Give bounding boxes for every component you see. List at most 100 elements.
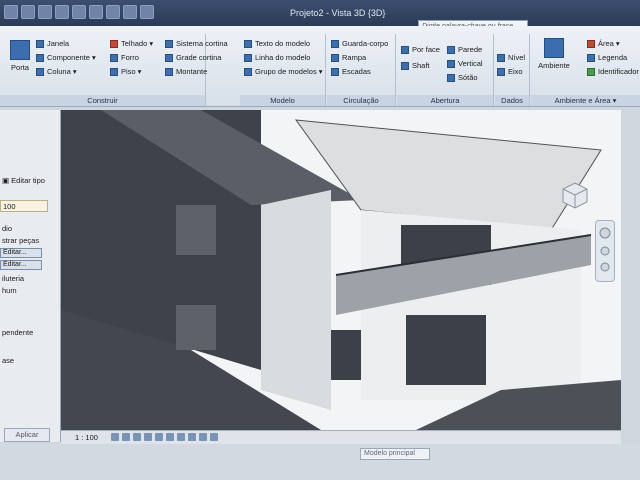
mullion-tool[interactable]: Montante <box>165 66 207 77</box>
edit-button[interactable]: Editar... <box>0 260 42 270</box>
shaft-tool[interactable]: Shaft <box>401 60 430 71</box>
title-bar: Projeto2 - Vista 3D {3D} <box>0 0 640 26</box>
window-tool[interactable]: Janela <box>36 38 69 49</box>
sun-path-icon[interactable] <box>133 433 141 441</box>
roof-tool[interactable]: Telhado ▾ <box>110 38 153 49</box>
dormer-tool[interactable]: Sótão <box>447 72 478 83</box>
ramp-tool[interactable]: Rampa <box>331 52 366 63</box>
by-face-tool[interactable]: Por face <box>401 44 440 55</box>
door-icon <box>10 40 30 60</box>
door-button[interactable]: Porta <box>6 40 34 72</box>
text-icon[interactable] <box>106 5 120 19</box>
window-icon <box>36 39 44 48</box>
curtain-system-tool[interactable]: Sistema cortina <box>165 38 228 49</box>
stairs-icon <box>331 67 339 76</box>
ceiling-tool[interactable]: Forro <box>110 52 139 63</box>
property-label: dio <box>2 224 13 233</box>
floor-tool[interactable]: Piso ▾ <box>110 66 141 77</box>
curtain-system-icon <box>165 39 173 48</box>
shadows-icon[interactable] <box>144 433 152 441</box>
column-tool[interactable]: Coluna ▾ <box>36 66 77 77</box>
panel-label-opening: Abertura <box>397 95 493 106</box>
model-line-tool[interactable]: Linha do modelo <box>244 52 310 63</box>
room-button[interactable]: Ambiente <box>535 38 573 70</box>
tag-tool[interactable]: Identificador <box>587 66 639 77</box>
visual-style-icon[interactable] <box>122 433 130 441</box>
window-title: Projeto2 - Vista 3D {3D} <box>290 8 386 18</box>
open-icon[interactable] <box>21 5 35 19</box>
model-text-icon <box>244 39 252 48</box>
3d-view-icon[interactable] <box>123 5 137 19</box>
model-group-icon <box>244 67 252 76</box>
panel-label-datum: Dados <box>495 95 529 106</box>
legend-tool[interactable]: Legenda <box>587 52 627 63</box>
railing-tool[interactable]: Guarda-corpo <box>331 38 388 49</box>
viewcube[interactable] <box>560 180 590 210</box>
area-tool[interactable]: Área ▾ <box>587 38 620 49</box>
grid-tool[interactable]: Eixo <box>497 66 523 77</box>
property-label: hum <box>2 286 17 295</box>
panel-room-area: Ambiente Área ▾ Legenda Identificador Am… <box>531 34 640 106</box>
reveal-hidden-icon[interactable] <box>210 433 218 441</box>
wall-opening-tool[interactable]: Parede <box>447 44 482 55</box>
panel-label-model: Modelo <box>240 95 325 106</box>
undo-icon[interactable] <box>55 5 69 19</box>
ceiling-icon <box>110 53 118 62</box>
floor-icon <box>110 67 118 76</box>
by-face-icon <box>401 45 409 54</box>
crop-view-icon[interactable] <box>166 433 174 441</box>
hide-isolate-icon[interactable] <box>199 433 207 441</box>
measure-icon[interactable] <box>89 5 103 19</box>
quick-access-toolbar <box>4 5 154 21</box>
area-icon <box>587 39 595 48</box>
view-control-bar: 1 : 100 <box>61 430 621 445</box>
shaft-icon <box>401 61 409 70</box>
property-label: iluteria <box>2 274 25 283</box>
edit-button[interactable]: Editar... <box>0 248 42 258</box>
view-control-icons <box>111 433 218 441</box>
3d-viewport[interactable] <box>61 110 621 430</box>
detail-level-icon[interactable] <box>111 433 119 441</box>
show-crop-icon[interactable] <box>177 433 185 441</box>
level-tool[interactable]: Nível <box>497 52 525 63</box>
section-icon[interactable] <box>140 5 154 19</box>
building-model <box>61 110 621 430</box>
edit-type-button[interactable]: ▣ Editar tipo <box>2 176 45 185</box>
property-label: pendente <box>2 328 34 337</box>
render-icon[interactable] <box>155 433 163 441</box>
active-workset-field[interactable]: Modelo principal <box>360 448 430 460</box>
edit-type-icon: ▣ <box>2 176 12 185</box>
railing-icon <box>331 39 339 48</box>
panel-label-build: Construir <box>0 95 205 106</box>
panel-opening: Por face Shaft Parede Vertical Sótão Abe… <box>397 34 494 106</box>
panel-circulation: Guarda-corpo Rampa Escadas Circulação <box>327 34 396 106</box>
tag-icon <box>587 67 595 76</box>
property-value-field[interactable]: 100 <box>0 200 48 212</box>
properties-palette: ▣ Editar tipo 100 dio strar peças Editar… <box>0 110 61 442</box>
component-tool[interactable]: Componente ▾ <box>36 52 96 63</box>
save-icon[interactable] <box>38 5 52 19</box>
column-icon <box>36 67 44 76</box>
stairs-tool[interactable]: Escadas <box>331 66 371 77</box>
panel-label-circulation: Circulação <box>327 95 395 106</box>
property-label: ase <box>2 356 15 365</box>
curtain-grid-icon <box>165 53 173 62</box>
model-group-tool[interactable]: Grupo de modelos ▾ <box>244 66 323 77</box>
app-menu-icon[interactable] <box>4 5 18 19</box>
component-icon <box>36 53 44 62</box>
dormer-icon <box>447 73 455 82</box>
lock-view-icon[interactable] <box>188 433 196 441</box>
vertical-opening-icon <box>447 59 455 68</box>
redo-icon[interactable] <box>72 5 86 19</box>
model-text-tool[interactable]: Texto do modelo <box>244 38 310 49</box>
status-bar: Modelo principal <box>0 444 640 480</box>
window <box>176 305 216 350</box>
panel-model: Texto do modelo Linha do modelo Grupo de… <box>240 34 326 106</box>
curtain-grid-tool[interactable]: Grade cortina <box>165 52 221 63</box>
navigation-bar[interactable] <box>595 220 615 282</box>
view-scale[interactable]: 1 : 100 <box>75 433 98 442</box>
wall-opening-icon <box>447 45 455 54</box>
apply-button[interactable]: Aplicar <box>4 428 50 442</box>
grid-icon <box>497 67 505 76</box>
vertical-opening-tool[interactable]: Vertical <box>447 58 483 69</box>
